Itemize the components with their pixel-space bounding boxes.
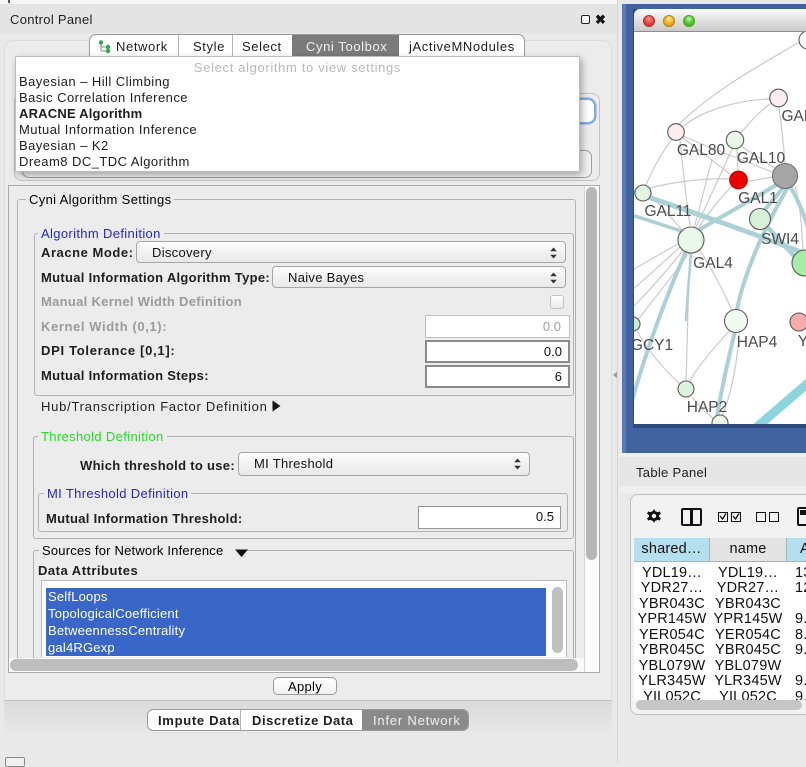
svg-text:GAL80: GAL80 <box>677 142 726 159</box>
svg-text:GAL4: GAL4 <box>693 255 733 272</box>
svg-text:SWI4: SWI4 <box>761 231 799 248</box>
svg-text:Y: Y <box>798 333 806 350</box>
svg-text:GAL1: GAL1 <box>738 190 778 207</box>
svg-text:GAL: GAL <box>781 108 806 125</box>
svg-text:GAL10: GAL10 <box>737 150 786 167</box>
svg-text:GCY1: GCY1 <box>634 337 673 354</box>
svg-text:HAP4: HAP4 <box>737 334 778 351</box>
svg-text:HAP2: HAP2 <box>687 399 728 416</box>
svg-text:GAL11: GAL11 <box>644 203 691 220</box>
